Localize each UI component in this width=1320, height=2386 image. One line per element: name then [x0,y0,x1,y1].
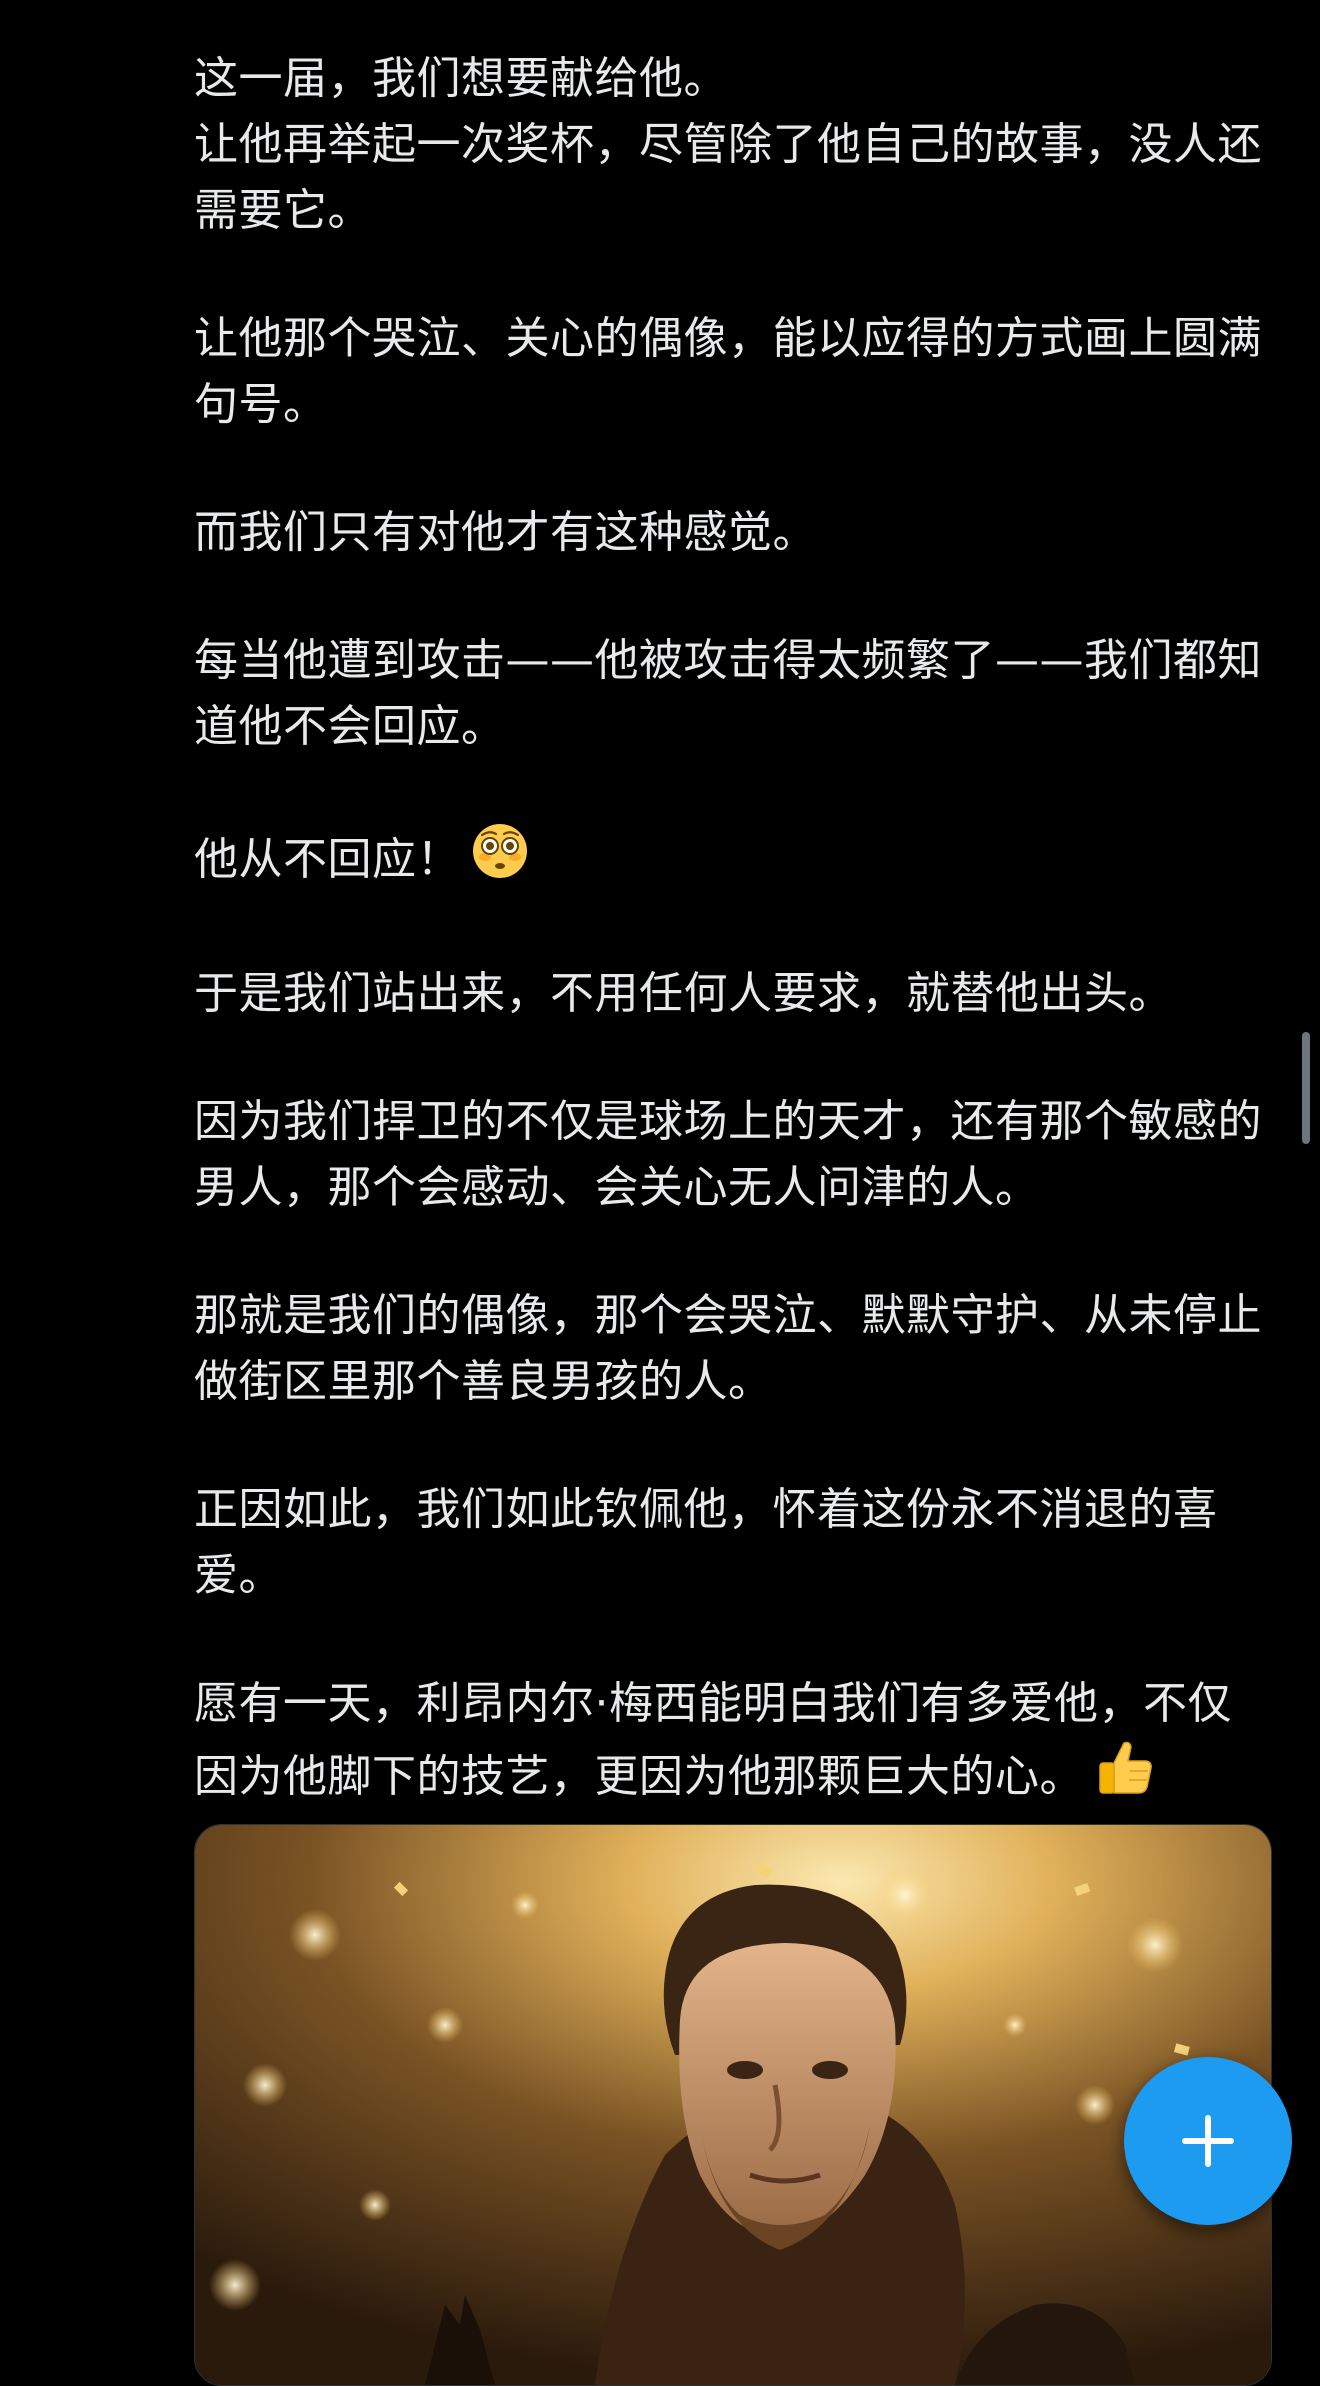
plus-icon [1182,2115,1234,2167]
scrollbar-thumb[interactable] [1302,1032,1310,1144]
thumbs-up-emoji-icon [1094,1737,1154,1816]
player-celebration-photo [195,1825,1271,2385]
post-paragraph: 而我们只有对他才有这种感觉。 [194,507,817,558]
compose-post-button[interactable] [1124,2057,1292,2225]
post-paragraph: 让他那个哭泣、关心的偶像，能以应得的方式画上圆满句号。 [194,313,1262,430]
post-paragraph-with-emoji: 愿有一天，利昂内尔·梅西能明白我们有多爱他，不仅因为他脚下的技艺，更因为他那颗巨… [194,1671,1274,1816]
post-paragraph: 每当他遭到攻击——他被攻击得太频繁了——我们都知道他不会回应。 [194,635,1262,752]
post-image[interactable] [194,1824,1272,2386]
post-paragraph: 于是我们站出来，不用任何人要求，就替他出头。 [194,968,1173,1019]
post-paragraph-with-emoji: 他从不回应！ [194,822,1274,899]
post-paragraph: 因为我们捍卫的不仅是球场上的天才，还有那个敏感的男人，那个会感动、会关心无人问津… [194,1096,1262,1213]
post-text: 这一届，我们想要献给他。 让他再举起一次奖杯，尽管除了他自己的故事，没人还需要它… [194,46,1274,1816]
flushed-face-emoji-icon [471,822,529,899]
post-paragraph: 那就是我们的偶像，那个会哭泣、默默守护、从未停止做街区里那个善良男孩的人。 [194,1290,1262,1407]
post-paragraph: 这一届，我们想要献给他。 让他再举起一次奖杯，尽管除了他自己的故事，没人还需要它… [194,53,1262,236]
post-paragraph-text: 愿有一天，利昂内尔·梅西能明白我们有多爱他，不仅因为他脚下的技艺，更因为他那颗巨… [194,1678,1232,1802]
post-paragraph: 正因如此，我们如此钦佩他，怀着这份永不消退的喜爱。 [194,1484,1218,1601]
post-paragraph-text: 他从不回应！ [194,834,461,885]
